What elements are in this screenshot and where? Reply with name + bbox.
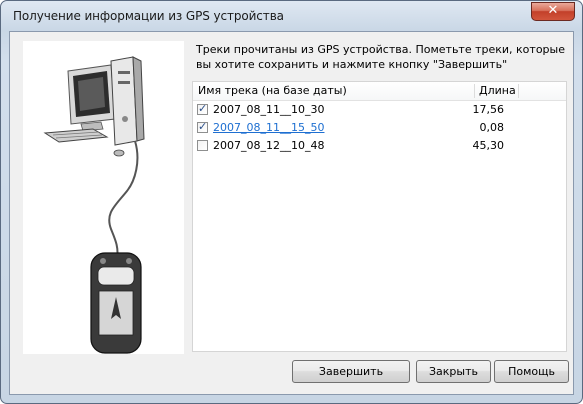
track-name: 2007_08_11__15_50 [213, 121, 325, 134]
column-divider[interactable] [474, 84, 475, 98]
track-length: 0,08 [479, 121, 505, 134]
track-name: 2007_08_12__10_48 [213, 139, 325, 152]
column-divider[interactable] [518, 84, 519, 98]
computer-and-gps-icon [43, 56, 145, 354]
tracks-list[interactable]: Имя трека (на базе даты) Длина 2007_08_1… [192, 81, 567, 352]
table-row[interactable]: 2007_08_11__15_50 0,08 [193, 119, 566, 137]
close-icon: ✕ [547, 3, 559, 18]
track-checkbox[interactable] [197, 140, 208, 151]
track-length: 45,30 [472, 139, 505, 152]
help-button[interactable]: Помощь [494, 360, 569, 383]
instruction-text: Треки прочитаны из GPS устройства. Помет… [196, 43, 565, 71]
track-length: 17,56 [472, 103, 505, 116]
close-window-button[interactable]: ✕ [531, 2, 575, 21]
track-name: 2007_08_11__10_30 [213, 103, 325, 116]
dialog-body: Треки прочитаны из GPS устройства. Помет… [9, 31, 574, 395]
track-checkbox[interactable] [197, 102, 208, 115]
track-checkbox[interactable] [197, 120, 208, 133]
gps-import-dialog: Получение информации из GPS устройства ✕ [0, 0, 583, 404]
window-title: Получение информации из GPS устройства [13, 9, 284, 23]
column-header-length[interactable]: Длина [479, 84, 516, 97]
column-header-name[interactable]: Имя трека (на базе даты) [198, 84, 347, 97]
table-row[interactable]: 2007_08_12__10_48 45,30 [193, 137, 566, 155]
gps-device-illustration [23, 41, 184, 354]
title-bar[interactable]: Получение информации из GPS устройства ✕ [1, 1, 582, 31]
close-button[interactable]: Закрыть [416, 360, 491, 383]
finish-button[interactable]: Завершить [292, 360, 410, 383]
table-row[interactable]: 2007_08_11__10_30 17,56 [193, 101, 566, 119]
list-header: Имя трека (на базе даты) Длина [193, 82, 566, 101]
